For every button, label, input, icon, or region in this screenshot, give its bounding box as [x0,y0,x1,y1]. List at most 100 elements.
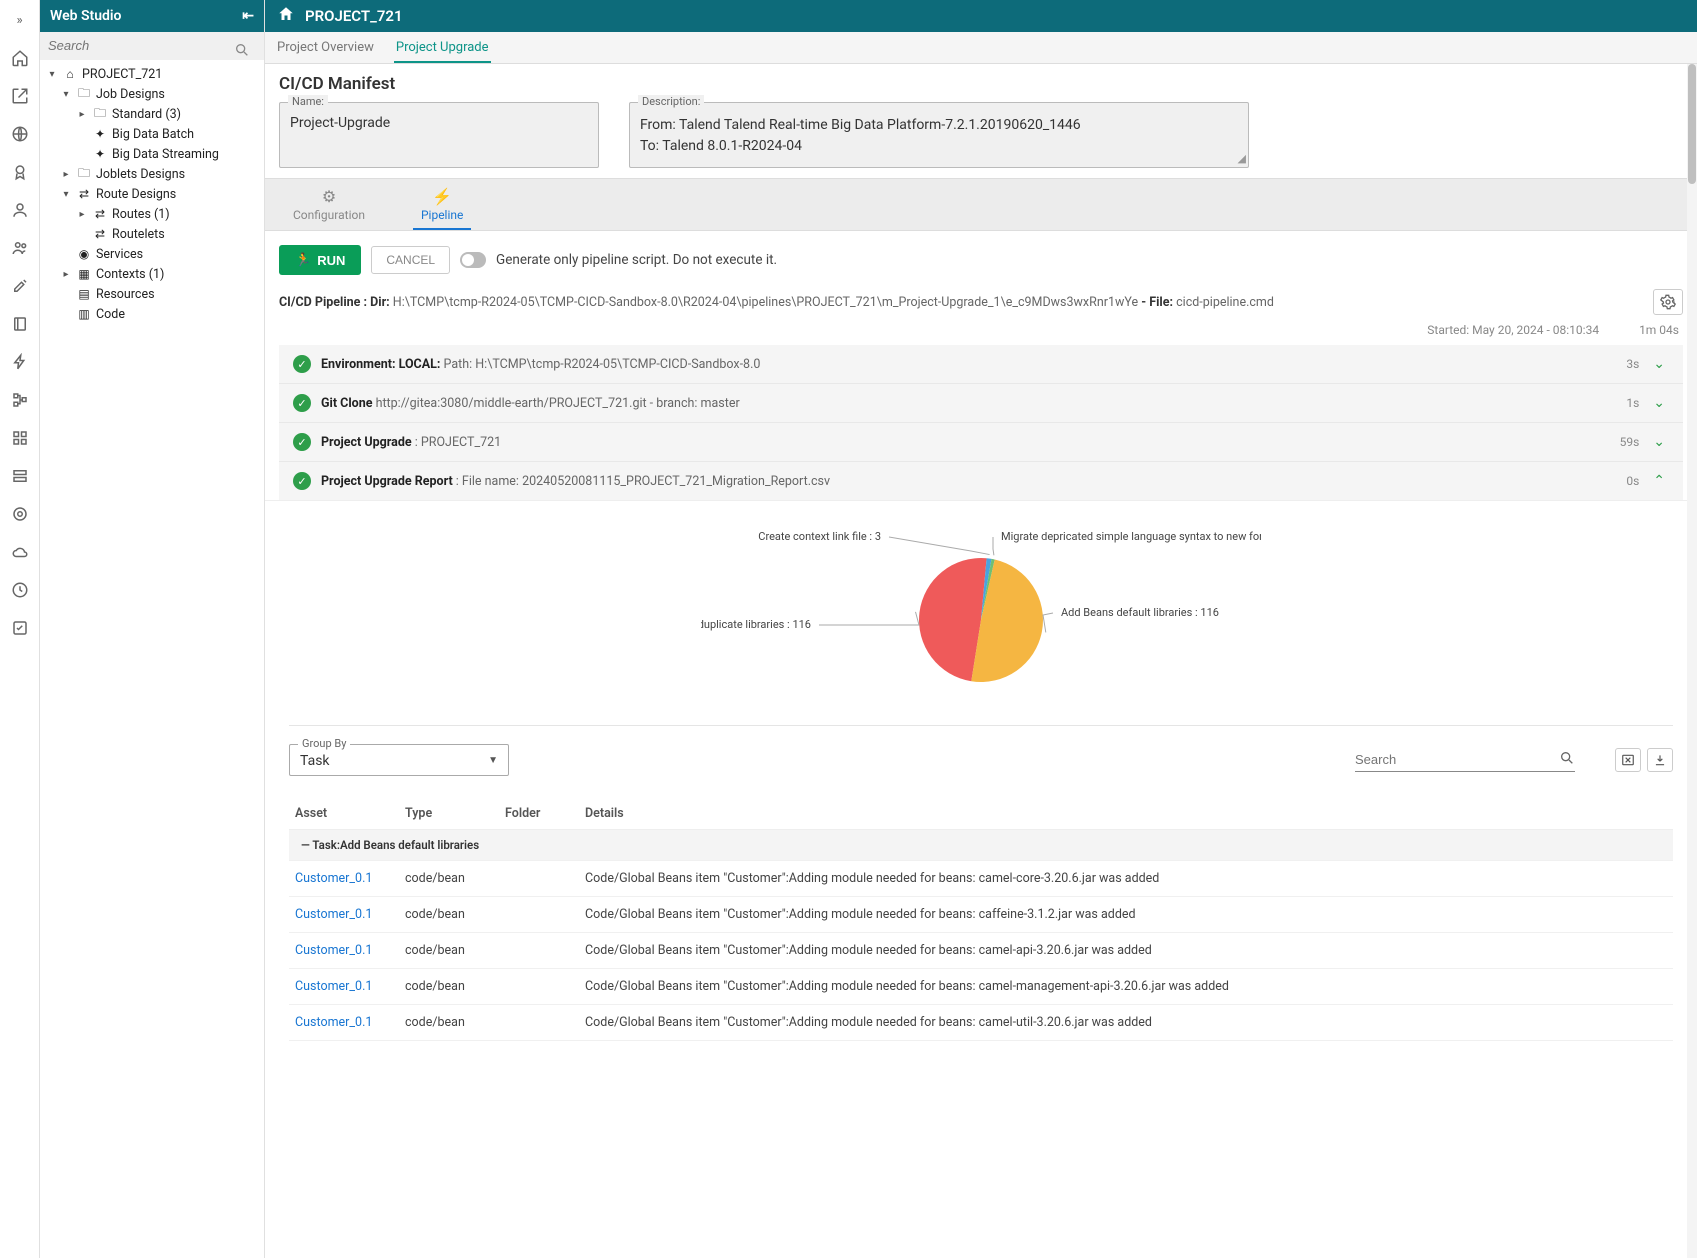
person-icon[interactable] [8,198,32,222]
server-icon[interactable] [8,464,32,488]
generate-only-toggle[interactable] [460,252,486,268]
step-title: Git Clone [321,396,372,411]
total-time: 1m 04s [1639,323,1679,337]
asset-link[interactable]: Customer_0.1 [295,943,372,958]
cell-type: code/bean [399,969,499,1005]
tools-icon[interactable] [8,274,32,298]
spark-icon: ✦ [92,146,108,162]
cell-details: Code/Global Beans item "Customer":Adding… [579,861,1673,897]
pie-label: Remove duplicate libraries : 116 [701,618,811,631]
export-icon[interactable] [8,84,32,108]
tree-icon[interactable] [8,388,32,412]
cell-details: Code/Global Beans item "Customer":Adding… [579,897,1673,933]
code-icon: ▥ [76,306,92,322]
pipe-file: cicd-pipeline.cmd [1176,295,1274,310]
pipeline-step[interactable]: ✓ Environment: LOCAL: Path: H:\TCMP\tcmp… [279,345,1683,383]
step-time: 3s [1626,357,1639,371]
tab-project-upgrade[interactable]: Project Upgrade [394,34,491,63]
tree-node[interactable]: ▸ ▦ Contexts (1) [40,264,264,284]
tree-label: Standard (3) [112,107,181,122]
col-type[interactable]: Type [399,798,499,830]
name-value: Project-Upgrade [290,115,588,131]
sidebar-collapse-icon[interactable]: ⇤ [242,8,254,24]
table-row: Customer_0.1 code/bean Code/Global Beans… [289,861,1673,897]
pipeline-step[interactable]: ✓ Project Upgrade : PROJECT_721 59s ⌄ [279,422,1683,461]
tab-project-overview[interactable]: Project Overview [275,34,376,63]
tree-node[interactable]: ▸ 🗀 Standard (3) [40,104,264,124]
project-tree: ▾ ⌂ PROJECT_721▾ 🗀 Job Designs▸ 🗀 Standa… [40,60,264,1258]
bolt-icon[interactable] [8,350,32,374]
group-header-row[interactable]: — Task:Add Beans default libraries [289,830,1673,861]
tree-node[interactable]: ▸ ⇄ Routes (1) [40,204,264,224]
tree-node[interactable]: ▥ Code [40,304,264,324]
subtab-label: Pipeline [421,208,463,222]
grid-icon[interactable] [8,426,32,450]
people-icon[interactable] [8,236,32,260]
search-icon[interactable] [234,42,250,62]
pipeline-step[interactable]: ✓ Git Clone http://gitea:3080/middle-ear… [279,383,1683,422]
col-folder[interactable]: Folder [499,798,579,830]
book-icon[interactable] [8,312,32,336]
asset-link[interactable]: Customer_0.1 [295,979,372,994]
report-panel: Remove duplicate libraries : 116Create c… [265,500,1697,1065]
home-icon: ⌂ [62,66,78,82]
run-label: RUN [317,253,345,268]
run-button[interactable]: 🏃 RUN [279,245,361,275]
tree-node[interactable]: ◉ Services [40,244,264,264]
icon-rail: » [0,0,40,1258]
tree-node[interactable]: ✦ Big Data Streaming [40,144,264,164]
pipeline-settings-button[interactable] [1653,289,1683,315]
cell-folder [499,969,579,1005]
subtab-configuration[interactable]: ⚙Configuration [285,185,373,230]
chevron-icon[interactable]: ⌄ [1649,434,1669,450]
history-icon[interactable] [8,578,32,602]
asset-link[interactable]: Customer_0.1 [295,1015,372,1030]
cloud-icon[interactable] [8,540,32,564]
excel-export-button[interactable] [1615,748,1641,772]
chevron-icon[interactable]: ⌃ [1649,473,1669,489]
tree-label: Job Designs [96,87,165,102]
scrollbar-thumb[interactable] [1688,64,1696,184]
expand-rail-icon[interactable]: » [8,8,32,32]
main-header: PROJECT_721 [265,0,1697,32]
tree-node[interactable]: ▾ ⌂ PROJECT_721 [40,64,264,84]
tree-caret-icon: ▸ [76,209,88,220]
home-icon[interactable] [8,46,32,70]
tree-node[interactable]: ▾ ⇄ Route Designs [40,184,264,204]
groupby-label: Group By [298,737,350,750]
sidebar-search-input[interactable] [48,38,256,53]
tree-node[interactable]: ✦ Big Data Batch [40,124,264,144]
table-search-input[interactable] [1355,748,1575,771]
groupby-select[interactable]: Group By Task ▼ [289,744,509,776]
cell-folder [499,1005,579,1041]
resize-handle-icon[interactable]: ◢ [1238,152,1246,165]
cancel-button[interactable]: CANCEL [371,246,450,274]
run-row: 🏃 RUN CANCEL Generate only pipeline scri… [265,231,1697,289]
pie-label: Migrate depricated simple language synta… [1001,530,1261,543]
cell-details: Code/Global Beans item "Customer":Adding… [579,933,1673,969]
chevron-icon[interactable]: ⌄ [1649,356,1669,372]
pipeline-step[interactable]: ✓ Project Upgrade Report : File name: 20… [279,461,1683,500]
tree-label: PROJECT_721 [82,67,162,82]
tree-node[interactable]: ⇄ Routelets [40,224,264,244]
col-details[interactable]: Details [579,798,1673,830]
col-asset[interactable]: Asset [289,798,399,830]
tree-caret-icon: ▾ [60,89,72,100]
configuration-icon: ⚙ [322,187,336,206]
home-icon[interactable] [277,5,295,27]
subtab-pipeline[interactable]: ⚡Pipeline [413,185,471,230]
download-button[interactable] [1647,748,1673,772]
search-icon[interactable] [1559,750,1575,770]
tree-node[interactable]: ▤ Resources [40,284,264,304]
asset-link[interactable]: Customer_0.1 [295,871,372,886]
checklist-icon[interactable] [8,616,32,640]
cell-type: code/bean [399,933,499,969]
tree-node[interactable]: ▾ 🗀 Job Designs [40,84,264,104]
target-icon[interactable] [8,502,32,526]
badge-icon[interactable] [8,160,32,184]
asset-link[interactable]: Customer_0.1 [295,907,372,922]
globe-icon[interactable] [8,122,32,146]
chevron-icon[interactable]: ⌄ [1649,395,1669,411]
tree-node[interactable]: ▸ 🗀 Joblets Designs [40,164,264,184]
sidebar-header: Web Studio ⇤ [40,0,264,32]
